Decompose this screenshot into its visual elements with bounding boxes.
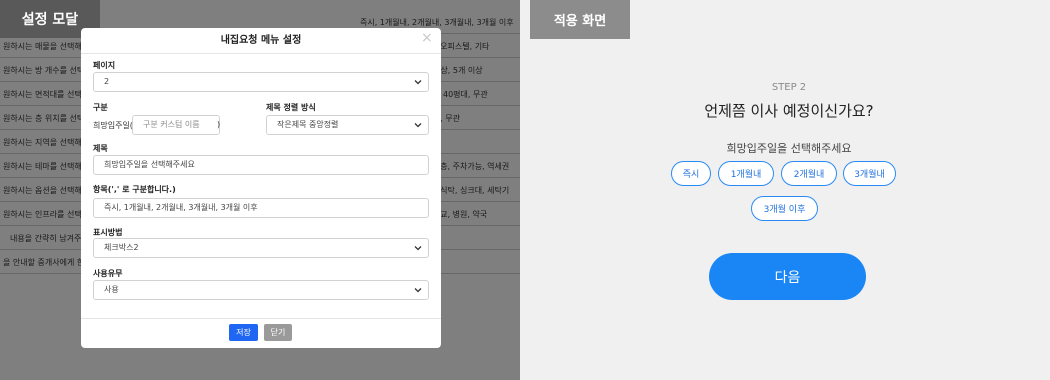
category-prefix: 희망입주일( [93, 121, 133, 130]
category-custom-name-input[interactable]: 구분 커스텀 이름 [132, 115, 220, 135]
heading-label: 제목 [93, 144, 108, 153]
applied-screen-panel: 적용 화면 STEP 2 언제쯤 이사 예정이신가요? 희망입주일을 선택해주세… [520, 0, 1050, 380]
page-select[interactable]: 2 [93, 72, 429, 92]
chevron-down-icon [414, 123, 422, 128]
question-title: 언제쯤 이사 예정이신가요? [704, 102, 874, 120]
step-indicator: STEP 2 [771, 82, 807, 93]
title-sort-select[interactable]: 작은제목 중앙정렬 [266, 115, 429, 135]
usage-select-value: 사용 [104, 285, 119, 294]
category-label: 구분 [93, 103, 108, 112]
title-sort-select-value: 작은제목 중앙정렬 [277, 120, 339, 129]
items-label: 항목(',' 로 구분합니다.) [93, 185, 176, 194]
close-icon[interactable]: × [421, 30, 433, 46]
usage-select[interactable]: 사용 [93, 280, 429, 300]
chevron-down-icon [414, 246, 422, 251]
settings-modal: 내집요청 메뉴 설정 × 페이지 2 구분 희망입주일( 구분 커스텀 이름 )… [81, 28, 441, 348]
question-subtitle: 희망입주일을 선택해주세요 [726, 142, 852, 155]
items-input[interactable]: 즉시, 1개월내, 2개월내, 3개월내, 3개월 이후 [93, 198, 429, 218]
category-input-placeholder: 구분 커스텀 이름 [143, 120, 200, 129]
category-suffix: ) [217, 120, 221, 129]
modal-title: 내집요청 메뉴 설정 [220, 35, 302, 46]
heading-input[interactable]: 희망입주일을 선택해주세요 [93, 155, 429, 175]
page-select-value: 2 [104, 77, 110, 86]
page-label: 페이지 [93, 61, 116, 70]
display-method-select[interactable]: 체크박스2 [93, 238, 429, 258]
divider [81, 318, 441, 319]
option-chip[interactable]: 3개월내 [843, 161, 896, 186]
option-chip[interactable]: 3개월 이후 [751, 196, 818, 221]
usage-label: 사용유무 [93, 269, 123, 278]
items-input-value: 즉시, 1개월내, 2개월내, 3개월내, 3개월 이후 [104, 203, 258, 212]
panel-tag-applied: 적용 화면 [530, 0, 630, 39]
close-button[interactable]: 닫기 [264, 324, 292, 341]
chevron-down-icon [414, 80, 422, 85]
save-button[interactable]: 저장 [229, 324, 258, 341]
display-method-select-value: 체크박스2 [104, 243, 139, 252]
settings-modal-panel: 즉시, 1개월내, 2개월내, 3개월내, 3개월 이후 원하시는 매물을 선택… [0, 0, 520, 380]
title-sort-label: 제목 정렬 방식 [266, 103, 316, 112]
option-chip[interactable]: 1개월내 [718, 161, 774, 186]
chevron-down-icon [414, 288, 422, 293]
divider [81, 53, 441, 54]
next-button[interactable]: 다음 [709, 253, 866, 300]
heading-input-value: 희망입주일을 선택해주세요 [104, 160, 195, 169]
option-chip[interactable]: 2개월내 [781, 161, 837, 186]
display-method-label: 표시방법 [93, 228, 123, 237]
option-chip[interactable]: 즉시 [671, 161, 711, 186]
